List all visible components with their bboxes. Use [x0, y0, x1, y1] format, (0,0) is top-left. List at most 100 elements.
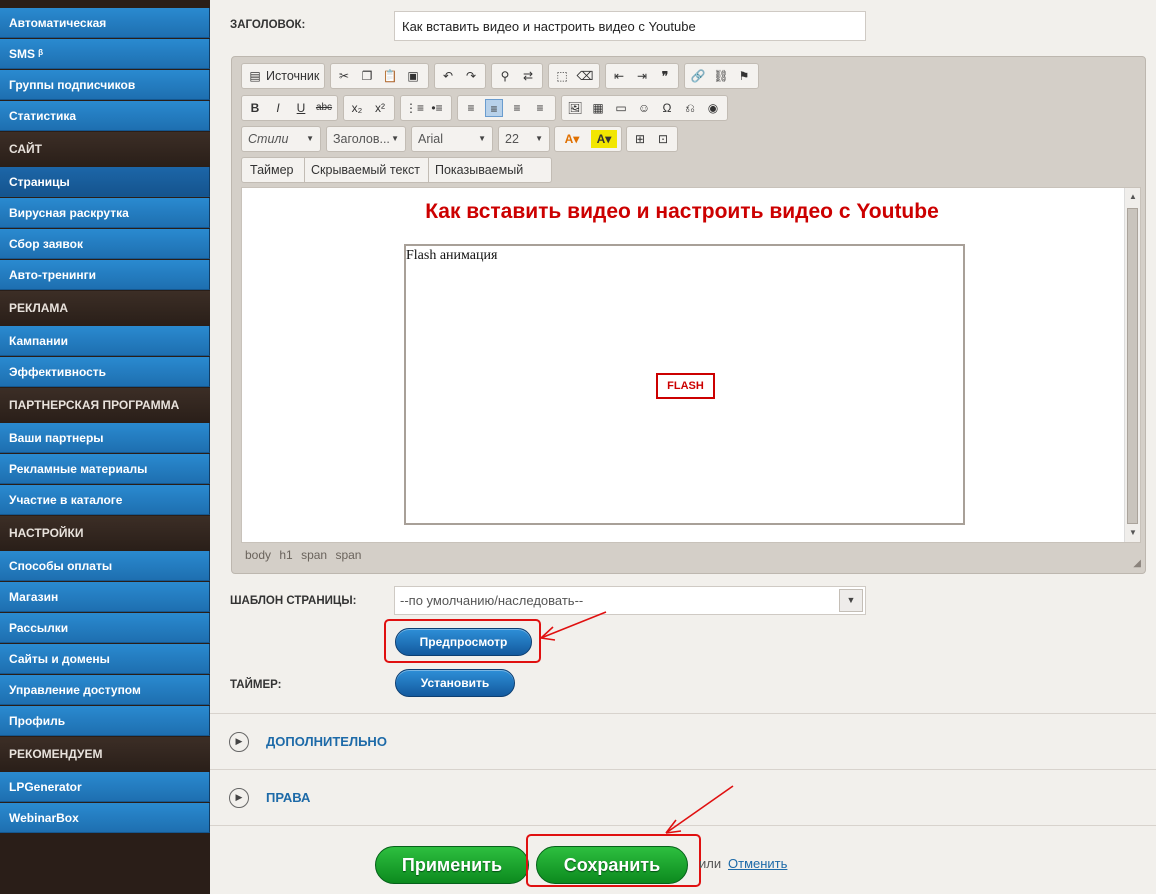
- sidebar-item-viral[interactable]: Вирусная раскрутка: [0, 198, 210, 228]
- superscript-icon[interactable]: x²: [371, 99, 389, 117]
- styles-combo[interactable]: Стили ▼: [241, 126, 321, 152]
- preview-button[interactable]: Предпросмотр: [395, 628, 532, 656]
- expand-arrow-icon[interactable]: ▶: [229, 732, 249, 752]
- sidebar-section-settings: НАСТРОЙКИ: [0, 516, 210, 550]
- paste-icon[interactable]: 📋: [381, 67, 399, 85]
- replace-icon[interactable]: ⇄: [519, 67, 537, 85]
- maximize-icon[interactable]: ⊞: [631, 130, 649, 148]
- sidebar-item-auto-trainings[interactable]: Авто-тренинги: [0, 260, 210, 290]
- justify-icon[interactable]: ≡: [531, 99, 549, 117]
- chevron-down-icon: ▼: [391, 134, 399, 143]
- horizontal-rule-icon[interactable]: ▭: [612, 99, 630, 117]
- unlink-icon[interactable]: ⛓: [712, 67, 730, 85]
- copy-icon[interactable]: ❐: [358, 67, 376, 85]
- expand-arrow-icon[interactable]: ▶: [229, 788, 249, 808]
- title-input[interactable]: [394, 11, 866, 41]
- chevron-down-icon: ▼: [478, 134, 486, 143]
- font-combo[interactable]: Arial ▼: [411, 126, 493, 152]
- sidebar-item-access[interactable]: Управление доступом: [0, 675, 210, 705]
- sidebar-item-pages[interactable]: Страницы: [0, 167, 210, 197]
- path-item-body[interactable]: body: [245, 548, 271, 562]
- cancel-link[interactable]: Отменить: [728, 856, 787, 871]
- sidebar-item-catalog[interactable]: Участие в каталоге: [0, 485, 210, 515]
- sidebar-section-site: САЙТ: [0, 132, 210, 166]
- sidebar-item-sites-domains[interactable]: Сайты и домены: [0, 644, 210, 674]
- show-blocks-icon[interactable]: ⊡: [654, 130, 672, 148]
- indent-icon[interactable]: ⇥: [633, 67, 651, 85]
- undo-icon[interactable]: ↶: [439, 67, 457, 85]
- numbered-list-icon[interactable]: ⋮≡: [405, 99, 424, 117]
- chevron-down-icon[interactable]: ▼: [839, 589, 863, 612]
- hidden-text-button[interactable]: Скрываемый текст: [304, 158, 426, 182]
- flash-placeholder[interactable]: Flash анимация FLASH: [404, 244, 965, 525]
- template-select[interactable]: --по умолчанию/наследовать-- ▼: [394, 586, 866, 615]
- sidebar-item-efficiency[interactable]: Эффективность: [0, 357, 210, 387]
- find-icon[interactable]: ⚲: [496, 67, 514, 85]
- sidebar-item-lpgenerator[interactable]: LPGenerator: [0, 772, 210, 802]
- sidebar-item-sms[interactable]: SMS ᵝ: [0, 39, 210, 69]
- bullet-list-icon[interactable]: •≡: [428, 99, 446, 117]
- sidebar-item-statistics[interactable]: Статистика: [0, 101, 210, 131]
- sidebar-item-payment[interactable]: Способы оплаты: [0, 551, 210, 581]
- italic-icon[interactable]: I: [269, 99, 287, 117]
- timer-plugin-button[interactable]: Таймер: [244, 158, 300, 182]
- sidebar-item-subscriber-groups[interactable]: Группы подписчиков: [0, 70, 210, 100]
- sidebar: Автоматическая SMS ᵝ Группы подписчиков …: [0, 0, 210, 894]
- paste-word-icon[interactable]: ▣: [404, 67, 422, 85]
- source-button[interactable]: Источник: [260, 64, 325, 88]
- align-center-icon[interactable]: ≡: [485, 99, 503, 117]
- subscript-icon[interactable]: x₂: [348, 99, 366, 117]
- path-item-span[interactable]: span: [301, 548, 327, 562]
- redo-icon[interactable]: ↷: [462, 67, 480, 85]
- scroll-down-icon[interactable]: ▼: [1125, 526, 1141, 540]
- outdent-icon[interactable]: ⇤: [610, 67, 628, 85]
- table-icon[interactable]: ▦: [589, 99, 607, 117]
- size-combo[interactable]: 22 ▼: [498, 126, 550, 152]
- underline-icon[interactable]: U: [292, 99, 310, 117]
- cut-icon[interactable]: ✂: [335, 67, 353, 85]
- scrollbar-thumb[interactable]: [1127, 208, 1138, 524]
- sidebar-item-ad-materials[interactable]: Рекламные материалы: [0, 454, 210, 484]
- section-additional[interactable]: ▶ ДОПОЛНИТЕЛЬНО: [210, 713, 1156, 769]
- special-char-icon[interactable]: Ω: [658, 99, 676, 117]
- anchor-flag-icon[interactable]: ⚑: [735, 67, 753, 85]
- sidebar-item-profile[interactable]: Профиль: [0, 706, 210, 736]
- save-button[interactable]: Сохранить: [536, 846, 688, 884]
- shown-text-button[interactable]: Показываемый текст: [428, 158, 551, 201]
- sidebar-item-mailings[interactable]: Рассылки: [0, 613, 210, 643]
- section-rights[interactable]: ▶ ПРАВА: [210, 769, 1156, 825]
- align-right-icon[interactable]: ≡: [508, 99, 526, 117]
- timer-set-button[interactable]: Установить: [395, 669, 515, 697]
- sidebar-item-shop[interactable]: Магазин: [0, 582, 210, 612]
- bg-color-icon[interactable]: A▾: [591, 130, 617, 148]
- sidebar-section-ads: РЕКЛАМА: [0, 291, 210, 325]
- or-text: или: [699, 856, 722, 871]
- sidebar-item-automatic[interactable]: Автоматическая: [0, 8, 210, 38]
- sidebar-item-campaigns[interactable]: Кампании: [0, 326, 210, 356]
- sidebar-item-webinarbox[interactable]: WebinarBox: [0, 803, 210, 833]
- resize-grip-icon[interactable]: ◢: [1133, 558, 1141, 569]
- strike-icon[interactable]: abc: [315, 99, 333, 117]
- editor-content-area[interactable]: Как вставить видео и настроить видео с Y…: [241, 187, 1141, 543]
- apply-button[interactable]: Применить: [375, 846, 529, 884]
- link-icon[interactable]: 🔗: [689, 67, 707, 85]
- section-additional-title[interactable]: ДОПОЛНИТЕЛЬНО: [266, 734, 387, 749]
- bold-icon[interactable]: B: [246, 99, 264, 117]
- image-icon[interactable]: 🖼: [566, 99, 584, 117]
- path-item-h1[interactable]: h1: [279, 548, 292, 562]
- path-item-span[interactable]: span: [335, 548, 361, 562]
- editor-scrollbar[interactable]: ▲ ▼: [1124, 188, 1140, 542]
- blockquote-icon[interactable]: ❞: [656, 67, 674, 85]
- sidebar-item-partners[interactable]: Ваши партнеры: [0, 423, 210, 453]
- section-rights-title[interactable]: ПРАВА: [266, 790, 310, 805]
- select-all-icon[interactable]: ⬚: [553, 67, 571, 85]
- sidebar-item-leads[interactable]: Сбор заявок: [0, 229, 210, 259]
- smiley-icon[interactable]: ☺: [635, 99, 653, 117]
- remove-format-icon[interactable]: ⌫: [576, 67, 594, 85]
- flash-icon[interactable]: ◉: [704, 99, 722, 117]
- text-color-icon[interactable]: A▾: [559, 130, 585, 148]
- align-left-icon[interactable]: ≡: [462, 99, 480, 117]
- scroll-up-icon[interactable]: ▲: [1125, 190, 1141, 204]
- format-combo[interactable]: Заголов... ▼: [326, 126, 406, 152]
- page-break-icon[interactable]: ⎌: [681, 99, 699, 117]
